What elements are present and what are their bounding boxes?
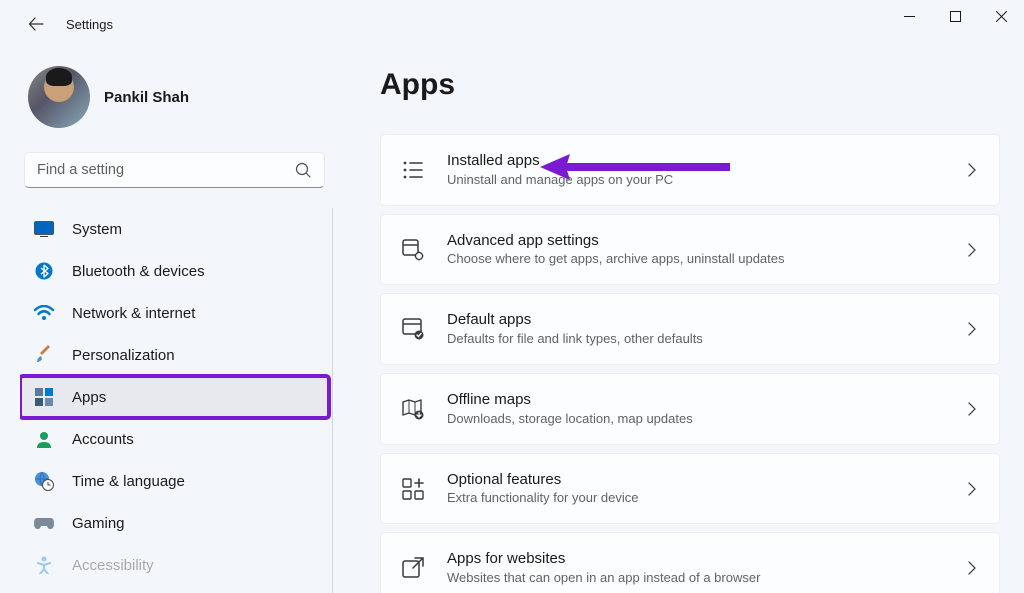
chevron-right-icon bbox=[965, 322, 979, 336]
open-external-icon bbox=[401, 556, 425, 580]
card-apps-for-websites[interactable]: Apps for websites Websites that can open… bbox=[380, 532, 1000, 593]
apps-icon bbox=[34, 387, 54, 407]
arrow-left-icon bbox=[28, 16, 44, 32]
chevron-right-icon bbox=[965, 402, 979, 416]
card-default-apps[interactable]: Default apps Defaults for file and link … bbox=[380, 293, 1000, 365]
app-gear-icon bbox=[401, 238, 425, 262]
brush-icon bbox=[34, 345, 54, 365]
grid-plus-icon bbox=[401, 477, 425, 501]
list-icon bbox=[401, 158, 425, 182]
accessibility-icon bbox=[34, 555, 54, 575]
card-sub: Extra functionality for your device bbox=[447, 489, 943, 507]
avatar bbox=[28, 66, 90, 128]
titlebar: Settings bbox=[0, 0, 1024, 48]
sidebar-item-label: System bbox=[72, 221, 122, 238]
minimize-icon bbox=[904, 11, 915, 22]
window-controls bbox=[886, 0, 1024, 32]
close-icon bbox=[996, 11, 1007, 22]
card-sub: Choose where to get apps, archive apps, … bbox=[447, 250, 943, 268]
minimize-button[interactable] bbox=[886, 0, 932, 32]
window-title: Settings bbox=[66, 17, 113, 32]
sidebar-item-personalization[interactable]: Personalization bbox=[20, 334, 329, 376]
main: Apps Installed apps Uninstall and manage… bbox=[340, 48, 1024, 593]
sidebar: Pankil Shah System Bluetooth & devices N… bbox=[0, 48, 340, 593]
globe-clock-icon bbox=[34, 471, 54, 491]
wifi-icon bbox=[34, 303, 54, 323]
chevron-right-icon bbox=[965, 482, 979, 496]
map-download-icon bbox=[401, 397, 425, 421]
sidebar-item-label: Personalization bbox=[72, 347, 175, 364]
page-title: Apps bbox=[380, 68, 1000, 102]
sidebar-item-apps[interactable]: Apps bbox=[20, 376, 329, 418]
window-check-icon bbox=[401, 317, 425, 341]
card-title: Optional features bbox=[447, 470, 943, 490]
card-title: Offline maps bbox=[447, 390, 943, 410]
person-icon bbox=[34, 429, 54, 449]
sidebar-item-accessibility[interactable]: Accessibility bbox=[20, 544, 329, 586]
sidebar-item-gaming[interactable]: Gaming bbox=[20, 502, 329, 544]
card-sub: Websites that can open in an app instead… bbox=[447, 569, 943, 587]
maximize-icon bbox=[950, 11, 961, 22]
chevron-right-icon bbox=[965, 163, 979, 177]
card-sub: Downloads, storage location, map updates bbox=[447, 410, 943, 428]
sidebar-item-system[interactable]: System bbox=[20, 208, 329, 250]
card-optional-features[interactable]: Optional features Extra functionality fo… bbox=[380, 453, 1000, 525]
card-title: Apps for websites bbox=[447, 549, 943, 569]
search-icon bbox=[295, 162, 312, 179]
card-title: Advanced app settings bbox=[447, 231, 943, 251]
search-input[interactable] bbox=[37, 162, 295, 178]
sidebar-item-bluetooth[interactable]: Bluetooth & devices bbox=[20, 250, 329, 292]
back-button[interactable] bbox=[18, 6, 54, 42]
sidebar-item-label: Network & internet bbox=[72, 305, 195, 322]
sidebar-item-time-language[interactable]: Time & language bbox=[20, 460, 329, 502]
nav: System Bluetooth & devices Network & int… bbox=[20, 208, 333, 593]
sidebar-item-label: Accessibility bbox=[72, 557, 154, 574]
sidebar-item-accounts[interactable]: Accounts bbox=[20, 418, 329, 460]
sidebar-item-label: Time & language bbox=[72, 473, 185, 490]
sidebar-item-label: Apps bbox=[72, 389, 106, 406]
sidebar-item-label: Accounts bbox=[72, 431, 134, 448]
sidebar-item-network[interactable]: Network & internet bbox=[20, 292, 329, 334]
card-offline-maps[interactable]: Offline maps Downloads, storage location… bbox=[380, 373, 1000, 445]
maximize-button[interactable] bbox=[932, 0, 978, 32]
profile[interactable]: Pankil Shah bbox=[20, 58, 333, 148]
close-button[interactable] bbox=[978, 0, 1024, 32]
card-sub: Defaults for file and link types, other … bbox=[447, 330, 943, 348]
card-title: Installed apps bbox=[447, 151, 943, 171]
chevron-right-icon bbox=[965, 561, 979, 575]
monitor-icon bbox=[34, 219, 54, 239]
search-box[interactable] bbox=[24, 152, 325, 188]
gamepad-icon bbox=[34, 513, 54, 533]
sidebar-item-label: Gaming bbox=[72, 515, 125, 532]
card-advanced-app-settings[interactable]: Advanced app settings Choose where to ge… bbox=[380, 214, 1000, 286]
sidebar-item-label: Bluetooth & devices bbox=[72, 263, 205, 280]
profile-name: Pankil Shah bbox=[104, 89, 189, 106]
card-installed-apps[interactable]: Installed apps Uninstall and manage apps… bbox=[380, 134, 1000, 206]
card-title: Default apps bbox=[447, 310, 943, 330]
bluetooth-icon bbox=[34, 261, 54, 281]
card-sub: Uninstall and manage apps on your PC bbox=[447, 171, 943, 189]
chevron-right-icon bbox=[965, 243, 979, 257]
